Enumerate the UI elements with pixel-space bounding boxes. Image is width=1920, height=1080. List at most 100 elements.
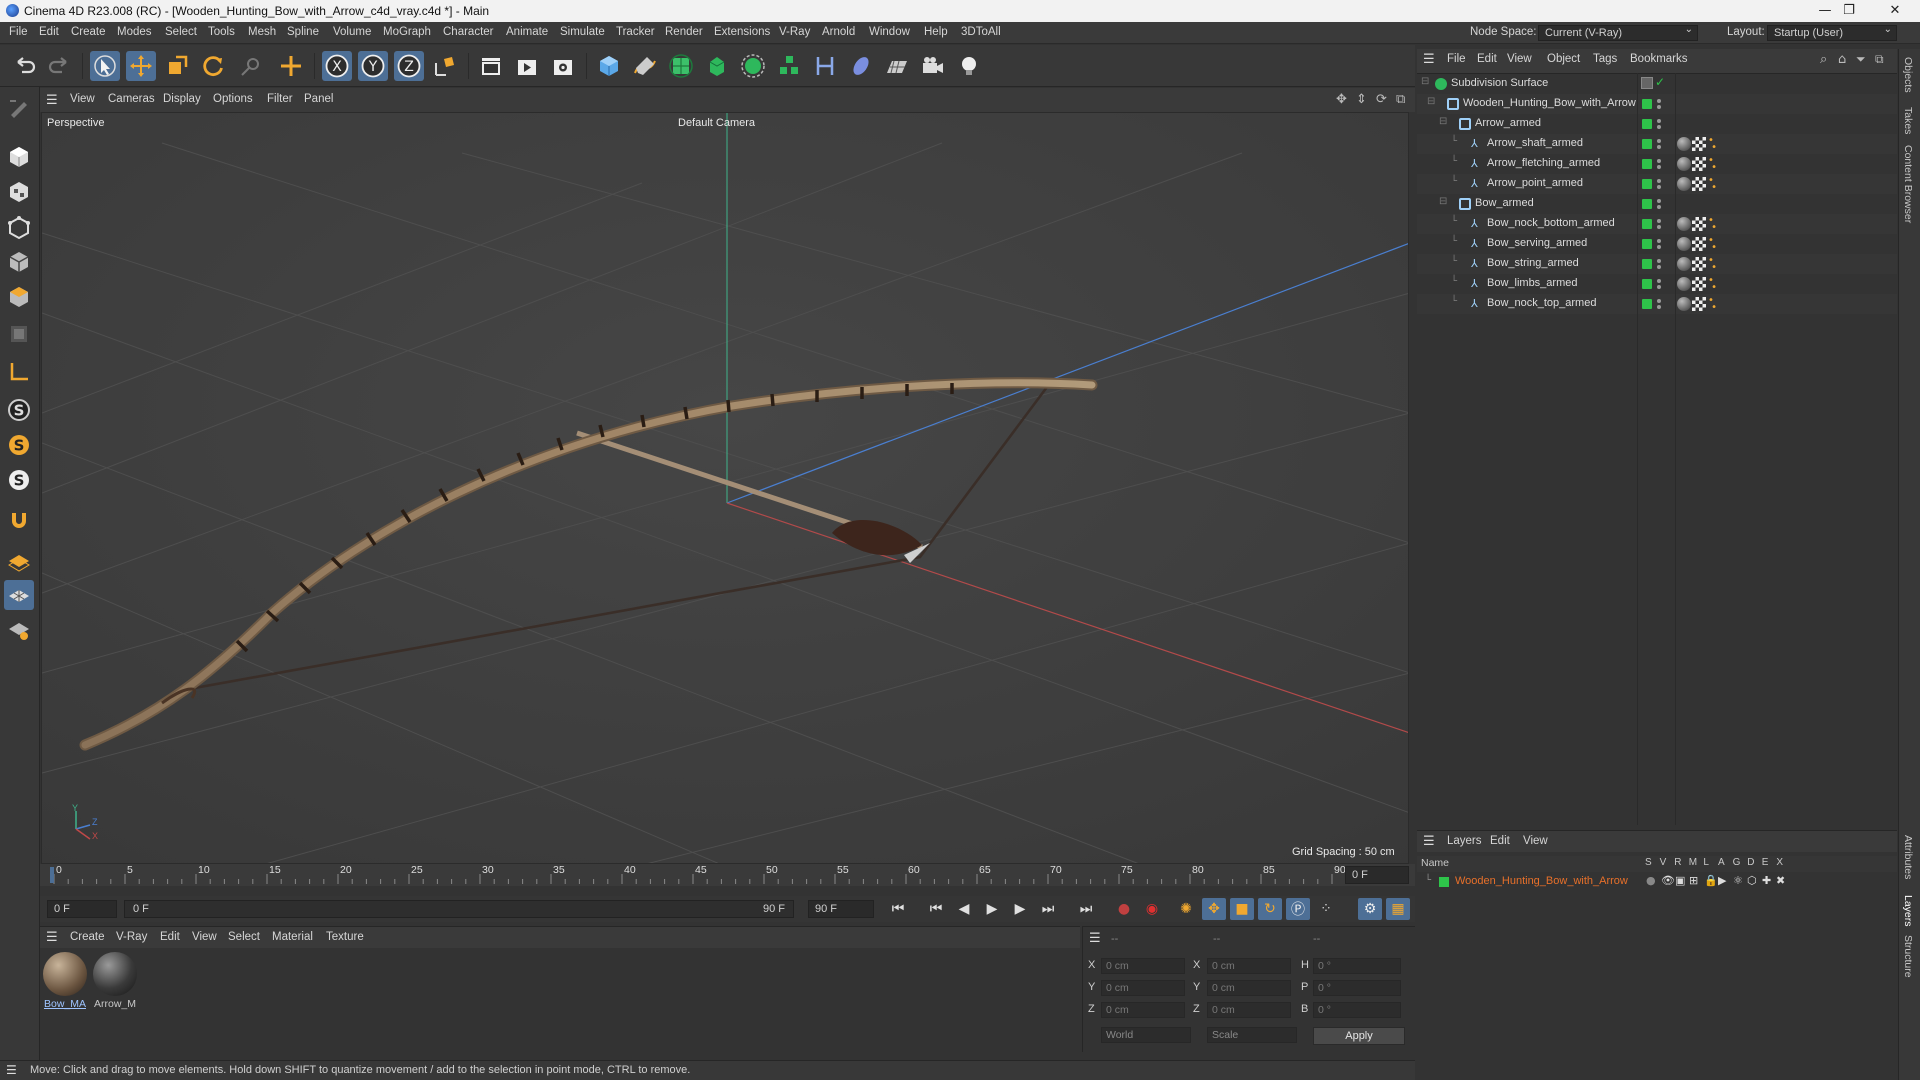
deformer-button[interactable] xyxy=(810,51,840,81)
render-settings-button[interactable] xyxy=(548,51,578,81)
editor-visibility-dot[interactable] xyxy=(1657,199,1661,203)
layer-column-header[interactable]: X xyxy=(1776,857,1783,868)
snap-button[interactable]: S xyxy=(4,395,34,425)
quantize-button[interactable]: S xyxy=(4,465,34,495)
viewport-menu-cameras[interactable]: Cameras xyxy=(108,93,155,105)
object-row[interactable]: └ ⅄ Bow_nock_bottom_armed • • xyxy=(1417,214,1897,234)
object-name[interactable]: Bow_serving_armed xyxy=(1487,237,1587,249)
layer-color-chip[interactable] xyxy=(1642,259,1652,269)
object-name[interactable]: Bow_armed xyxy=(1475,197,1534,209)
editor-visibility-dot[interactable] xyxy=(1657,139,1661,143)
layers-menu-view[interactable]: View xyxy=(1523,835,1548,847)
material-menu-edit[interactable]: Edit xyxy=(160,931,180,943)
object-row[interactable]: └ ⅄ Arrow_shaft_armed • • xyxy=(1417,134,1897,154)
previous-key-button[interactable]: ⏮ xyxy=(924,898,948,920)
render-visibility-dot[interactable] xyxy=(1657,305,1661,309)
snap-settings-button[interactable]: S xyxy=(4,430,34,460)
layer-color-chip[interactable] xyxy=(1642,99,1652,109)
object-name[interactable]: Bow_string_armed xyxy=(1487,257,1579,269)
material-tag-icon[interactable] xyxy=(1677,297,1691,311)
go-to-end-button[interactable]: ⏭ xyxy=(1074,898,1098,920)
rotation-h-field[interactable]: 0 ° xyxy=(1313,958,1401,974)
size-z-field[interactable]: 0 cm xyxy=(1207,1002,1291,1018)
objects-menu-file[interactable]: File xyxy=(1447,53,1466,65)
material-menu-create[interactable]: Create xyxy=(70,931,105,943)
object-name[interactable]: Bow_nock_bottom_armed xyxy=(1487,217,1615,229)
editor-visibility-dot[interactable] xyxy=(1657,99,1661,103)
rotation-p-field[interactable]: 0 ° xyxy=(1313,980,1401,996)
key-scale-button[interactable]: ■ xyxy=(1230,898,1254,920)
x-axis-button[interactable]: X xyxy=(322,51,352,81)
menu-mograph[interactable]: MoGraph xyxy=(383,26,431,38)
tree-collapse-icon[interactable]: ⊟ xyxy=(1421,76,1429,87)
layer-color-chip[interactable] xyxy=(1642,159,1652,169)
material-tag-icon[interactable] xyxy=(1677,257,1691,271)
live-selection-button[interactable] xyxy=(90,51,120,81)
enabled-check-icon[interactable]: ✓ xyxy=(1655,75,1665,89)
viewport-menu-filter[interactable]: Filter xyxy=(267,93,293,105)
layer-column-header[interactable]: R xyxy=(1674,857,1681,868)
coords-hamburger-icon[interactable]: ☰ xyxy=(1089,931,1101,946)
autokey-button[interactable]: ◉ xyxy=(1140,898,1164,920)
material-tag-icon[interactable] xyxy=(1677,277,1691,291)
next-frame-button[interactable]: ▶ xyxy=(1008,898,1032,920)
layer-color-chip[interactable] xyxy=(1642,119,1652,129)
spline-pen-button[interactable] xyxy=(630,51,660,81)
editor-visibility-dot[interactable] xyxy=(1657,279,1661,283)
menu-select[interactable]: Select xyxy=(165,26,197,38)
tab-layers[interactable]: Layers xyxy=(1902,895,1914,927)
preview-range-slider[interactable]: 0 F 90 F xyxy=(124,900,794,918)
tab-objects[interactable]: Objects xyxy=(1902,57,1914,93)
viewport-zoom-icon[interactable]: ⇕ xyxy=(1356,92,1367,107)
render-visibility-dot[interactable] xyxy=(1657,165,1661,169)
weight-tag-icon[interactable]: • • xyxy=(1708,256,1722,273)
render-visibility-dot[interactable] xyxy=(1657,205,1661,209)
tweak-mode-button[interactable] xyxy=(4,505,34,535)
new-window-icon[interactable]: ⧉ xyxy=(1875,52,1884,67)
layer-solo-icon[interactable]: ● xyxy=(1646,874,1656,887)
workplane-grid-button[interactable] xyxy=(4,545,34,575)
render-visibility-dot[interactable] xyxy=(1657,105,1661,109)
object-name[interactable]: Bow_limbs_armed xyxy=(1487,277,1577,289)
node-space-dropdown[interactable]: Current (V-Ray) xyxy=(1538,24,1698,41)
polygons-mode-button[interactable] xyxy=(4,282,34,312)
timeline-button[interactable]: ▦ xyxy=(1386,898,1410,920)
object-name[interactable]: Wooden_Hunting_Bow_with_Arrow xyxy=(1463,97,1636,109)
editor-visibility-dot[interactable] xyxy=(1657,159,1661,163)
key-pla-button[interactable]: ⁘ xyxy=(1314,898,1338,920)
planar-workplane-button[interactable] xyxy=(4,580,34,610)
objects-menu-bookmarks[interactable]: Bookmarks xyxy=(1630,53,1688,65)
layer-color-chip[interactable] xyxy=(1642,179,1652,189)
menu-modes[interactable]: Modes xyxy=(117,26,152,38)
key-parameter-button[interactable]: Ⓟ xyxy=(1286,898,1310,920)
menu-edit[interactable]: Edit xyxy=(39,26,59,38)
layer-column-header[interactable]: A xyxy=(1718,857,1725,868)
menu-spline[interactable]: Spline xyxy=(287,26,319,38)
menu-help[interactable]: Help xyxy=(924,26,948,38)
viewport-camera-label[interactable]: Default Camera xyxy=(678,117,755,129)
cube-object-button[interactable] xyxy=(594,51,624,81)
redo-button[interactable] xyxy=(44,51,74,81)
floor-object-button[interactable] xyxy=(882,51,912,81)
weight-tag-icon[interactable]: • • xyxy=(1708,136,1722,153)
object-name[interactable]: Arrow_armed xyxy=(1475,117,1541,129)
object-row[interactable]: └ ⅄ Bow_string_armed • • xyxy=(1417,254,1897,274)
material-hamburger-icon[interactable]: ☰ xyxy=(46,930,58,945)
layer-column-header[interactable]: L xyxy=(1703,857,1709,868)
layer-deformers-icon[interactable]: ⬡ xyxy=(1747,874,1757,887)
layer-color-chip[interactable] xyxy=(1642,299,1652,309)
position-x-field[interactable]: 0 cm xyxy=(1101,958,1185,974)
layer-color-swatch[interactable] xyxy=(1439,877,1449,887)
layer-manager-icon[interactable]: ⊞ xyxy=(1689,874,1698,887)
weight-tag-icon[interactable]: • • xyxy=(1708,176,1722,193)
close-button[interactable]: ✕ xyxy=(1872,0,1918,22)
menu-volume[interactable]: Volume xyxy=(333,26,371,38)
filter-icon[interactable]: ⏷ xyxy=(1856,52,1866,67)
menu-animate[interactable]: Animate xyxy=(506,26,548,38)
editor-visibility-dot[interactable] xyxy=(1657,219,1661,223)
undo-button[interactable] xyxy=(10,51,40,81)
objects-menu-object[interactable]: Object xyxy=(1547,53,1580,65)
material-tag-icon[interactable] xyxy=(1677,157,1691,171)
previous-frame-button[interactable]: ◀ xyxy=(952,898,976,920)
material-menu-vray[interactable]: V-Ray xyxy=(116,931,147,943)
